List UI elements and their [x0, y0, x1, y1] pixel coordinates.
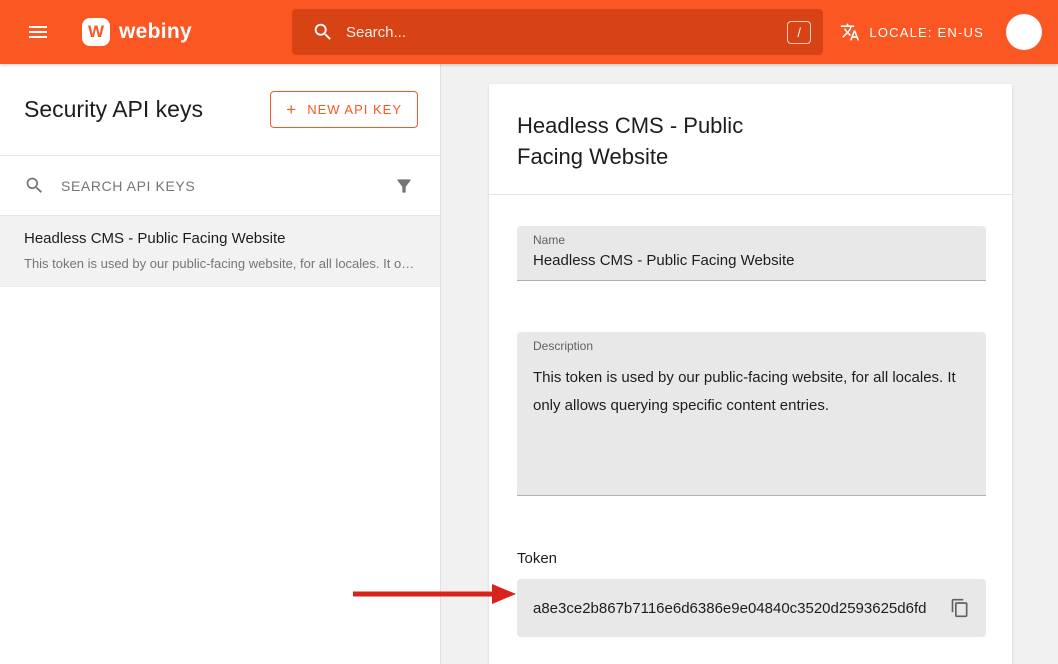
copy-button[interactable] [946, 594, 974, 622]
list-item[interactable]: Headless CMS - Public Facing Website Thi… [0, 216, 440, 287]
api-keys-list: Headless CMS - Public Facing Website Thi… [0, 216, 440, 287]
logo-text: webiny [119, 20, 192, 44]
content-area: Security API keys + NEW API KEY Headless… [0, 64, 1058, 664]
avatar[interactable] [1006, 14, 1042, 50]
token-label: Token [517, 550, 986, 567]
page-title: Security API keys [24, 96, 203, 123]
card-header: Headless CMS - Public Facing Website [489, 84, 1012, 195]
name-field[interactable]: Name Headless CMS - Public Facing Websit… [517, 226, 986, 281]
new-api-key-label: NEW API KEY [307, 102, 402, 117]
api-keys-sidebar: Security API keys + NEW API KEY Headless… [0, 64, 441, 664]
copy-icon [950, 598, 970, 618]
filter-icon [394, 176, 414, 196]
card-body: Name Headless CMS - Public Facing Websit… [489, 195, 1012, 664]
api-key-search-row [0, 155, 440, 216]
description-field[interactable]: Description This token is used by our pu… [517, 332, 986, 496]
locale-selector[interactable]: LOCALE: EN-US [840, 22, 984, 42]
menu-icon[interactable] [22, 16, 54, 48]
token-box: a8e3ce2b867b7116e6d6386e9e04840c3520d259… [517, 579, 986, 637]
description-field-value: This token is used by our public-facing … [533, 364, 970, 420]
name-field-label: Name [533, 233, 970, 247]
slash-shortcut-badge: / [787, 21, 811, 44]
topbar: W webiny / LOCALE: EN-US [0, 0, 1058, 64]
app-window: W webiny / LOCALE: EN-US Security API ke… [0, 0, 1058, 664]
global-search[interactable]: / [292, 9, 823, 55]
search-icon [24, 175, 45, 196]
card-title: Headless CMS - Public Facing Website [517, 110, 787, 172]
plus-icon: + [286, 104, 297, 116]
logo-letter: W [88, 22, 104, 42]
locale-label: LOCALE: EN-US [869, 25, 984, 40]
list-item-description: This token is used by our public-facing … [24, 256, 416, 271]
filter-button[interactable] [392, 174, 416, 198]
search-icon [312, 21, 334, 43]
api-key-card: Headless CMS - Public Facing Website Nam… [489, 84, 1012, 664]
token-section: Token a8e3ce2b867b7116e6d6386e9e04840c35… [517, 550, 986, 637]
webiny-logo-badge: W [82, 18, 110, 46]
webiny-logo[interactable]: W webiny [82, 18, 192, 46]
list-item-title: Headless CMS - Public Facing Website [24, 230, 416, 247]
hamburger-icon [26, 20, 50, 44]
api-key-search-input[interactable] [59, 177, 378, 195]
description-field-label: Description [533, 339, 970, 353]
name-field-value: Headless CMS - Public Facing Website [533, 251, 970, 271]
new-api-key-button[interactable]: + NEW API KEY [270, 91, 418, 128]
sidebar-header: Security API keys + NEW API KEY [0, 64, 440, 155]
global-search-input[interactable] [344, 23, 787, 42]
token-value: a8e3ce2b867b7116e6d6386e9e04840c3520d259… [533, 600, 926, 617]
detail-panel: Headless CMS - Public Facing Website Nam… [441, 64, 1058, 664]
translate-icon [840, 22, 860, 42]
